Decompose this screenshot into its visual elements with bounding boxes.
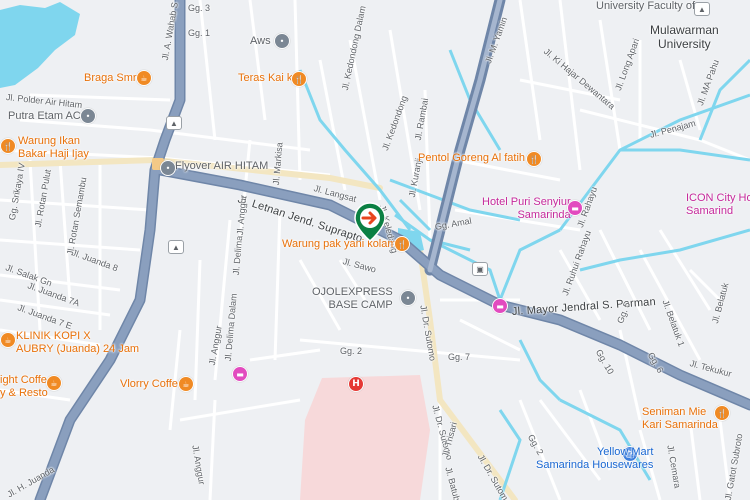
school-icon-2: ▲ (168, 240, 184, 254)
hospital-area (300, 375, 430, 500)
poi-mulawarman[interactable]: Mulawarman University (650, 23, 719, 52)
poi-klinik[interactable]: KLINIK KOPI X AUBRY (Juanda) 24 Jam (16, 330, 139, 355)
arrow-right-pin-icon (354, 202, 386, 242)
poi-icon-city[interactable]: ICON City Hote Samarind (686, 192, 750, 217)
braga-pin[interactable]: ☕ (136, 70, 152, 86)
poi-warung-ikan[interactable]: Warung Ikan Bakar Haji Ijay (18, 135, 89, 160)
education-icon: ▲ (166, 116, 182, 130)
flyover-pin[interactable]: • (160, 160, 176, 176)
ojolexpress-pin[interactable]: • (400, 290, 416, 306)
poi-seniman[interactable]: Seniman Mie Kari Samarinda (642, 406, 718, 431)
klinik-pin[interactable]: ☕ (0, 332, 16, 348)
warung-ikan-pin[interactable]: 🍴 (0, 138, 16, 154)
warung-pak-yani-pin[interactable]: 🍴 (394, 236, 410, 252)
vlorry-pin[interactable]: ☕ (178, 376, 194, 392)
poi-braga[interactable]: Braga Smr (84, 72, 137, 85)
selected-location-marker[interactable] (354, 202, 386, 242)
map-canvas[interactable]: Jl. Letnan Jend. Suprapto Jl. Mayor Jend… (0, 0, 750, 500)
bus-icon: ▣ (472, 262, 488, 276)
poi-flyover[interactable]: Flyover AIR HITAM (175, 160, 268, 173)
hospital-pin[interactable]: H (348, 376, 364, 392)
road-label-gg2-a: Gg. 2 (340, 346, 363, 356)
knight-pin[interactable]: ☕ (46, 375, 62, 391)
poi-putra[interactable]: Putra Etam AC (8, 110, 81, 123)
road-label-gg7: Gg. 7 (448, 352, 471, 362)
teras-pin[interactable]: 🍴 (291, 71, 307, 87)
poi-knight[interactable]: ight Coffe y & Resto (0, 374, 48, 399)
school-icon-3: ▲ (694, 2, 710, 16)
hotel-puri-pin[interactable]: ▬ (567, 200, 583, 216)
road-label-gg1: Gg. 1 (188, 28, 211, 38)
seniman-pin[interactable]: 🍴 (714, 405, 730, 421)
putra-pin[interactable]: • (80, 108, 96, 124)
poi-hotel-puri[interactable]: Hotel Puri Senyiur Samarinda (482, 196, 571, 221)
poi-univ-faculty[interactable]: University Faculty of... (596, 0, 704, 13)
poi-vlorry[interactable]: Vlorry Coffe (120, 378, 178, 391)
poi-pentol[interactable]: Pentol Goreng Al fatih (418, 152, 525, 165)
poi-teras[interactable]: Teras Kai k (238, 72, 292, 85)
lake (0, 2, 80, 88)
road-label-gg3: Gg. 3 (188, 3, 211, 13)
poi-ojolexpress[interactable]: OJOLEXPRESS BASE CAMP (312, 286, 393, 311)
poi-yellow-mart[interactable]: Yellow Mart Samarinda Housewares (536, 446, 653, 471)
hotel-pin-parman[interactable]: ▬ (492, 298, 508, 314)
pentol-pin[interactable]: 🍴 (526, 151, 542, 167)
hotel-pin-anggur[interactable]: ▬ (232, 366, 248, 382)
aws-pin[interactable]: • (274, 33, 290, 49)
poi-aws[interactable]: Aws (250, 35, 271, 48)
